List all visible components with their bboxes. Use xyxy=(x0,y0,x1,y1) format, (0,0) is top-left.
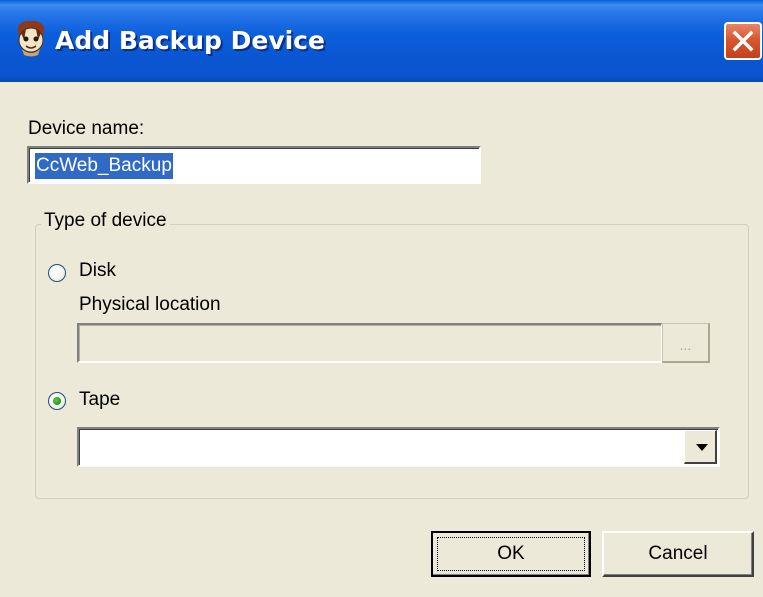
tape-radio[interactable] xyxy=(48,392,66,410)
tape-radio-selected-dot xyxy=(53,397,61,405)
cancel-button[interactable]: Cancel xyxy=(602,531,754,577)
tape-device-select[interactable] xyxy=(77,427,720,467)
ok-button[interactable]: OK xyxy=(431,531,591,577)
sql-server-app-icon xyxy=(17,20,45,57)
tape-label[interactable]: Tape xyxy=(79,389,120,411)
device-type-legend: Type of device xyxy=(41,210,170,232)
disk-label[interactable]: Disk xyxy=(79,260,116,282)
physical-location-field xyxy=(77,323,662,363)
add-backup-device-dialog: Add Backup Device Device name: CcWeb_Bac… xyxy=(0,0,763,597)
device-name-label: Device name: xyxy=(28,118,145,139)
close-icon xyxy=(732,30,754,52)
browse-button: ... xyxy=(662,323,710,363)
title-bar[interactable]: Add Backup Device xyxy=(0,0,763,82)
chevron-down-icon xyxy=(696,444,708,451)
physical-location-label: Physical location xyxy=(79,294,221,315)
device-name-value: CcWeb_Backup xyxy=(35,153,173,179)
tape-device-dropdown-button[interactable] xyxy=(684,430,717,464)
dialog-title: Add Backup Device xyxy=(55,26,325,55)
disk-radio[interactable] xyxy=(48,264,66,282)
device-name-input[interactable]: CcWeb_Backup xyxy=(27,146,481,184)
close-button[interactable] xyxy=(724,22,762,60)
